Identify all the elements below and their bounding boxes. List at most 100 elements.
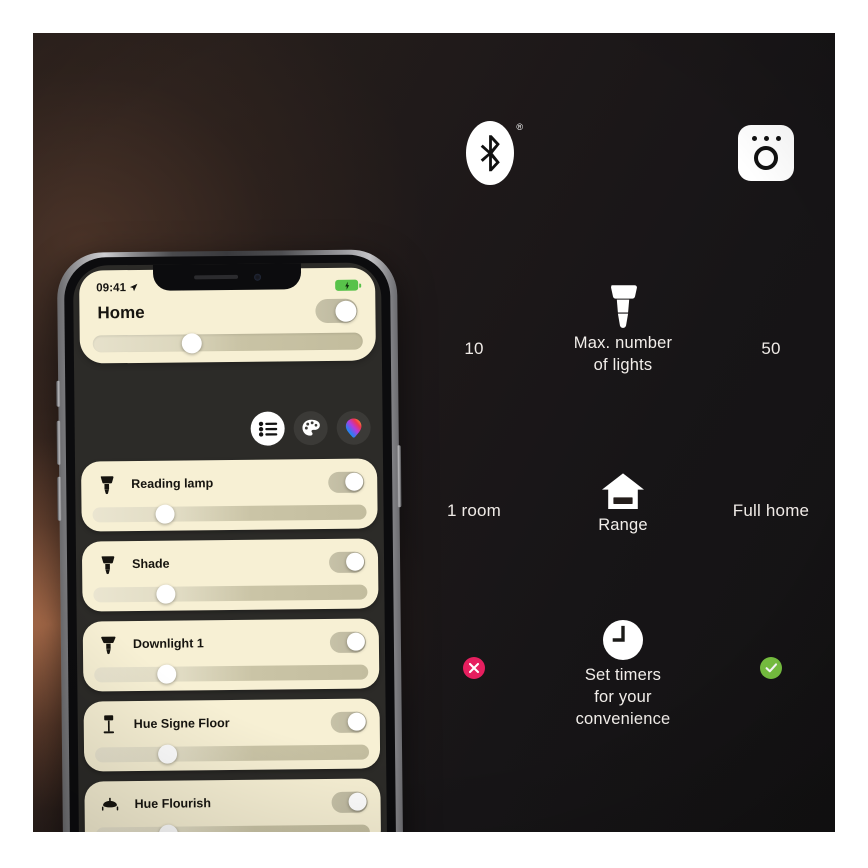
comparison-right-value-cell: 50	[707, 283, 835, 359]
light-brightness-slider[interactable]	[93, 584, 368, 604]
color-bulb-icon	[345, 417, 362, 438]
phone-notch	[152, 263, 302, 291]
color-button[interactable]	[336, 410, 371, 445]
list-item[interactable]: Hue Flourish	[84, 778, 382, 832]
slider-handle[interactable]	[156, 584, 176, 604]
palette-icon	[301, 419, 320, 436]
feature-label-line-1: Set timers	[584, 666, 662, 684]
phone-volume-down-button[interactable]	[57, 476, 62, 521]
light-toggle[interactable]	[330, 711, 367, 733]
light-name: Reading lamp	[131, 476, 214, 492]
earpiece-speaker	[193, 274, 238, 280]
registered-mark: ®	[516, 122, 523, 132]
slider-handle[interactable]	[158, 824, 179, 832]
scenes-button[interactable]	[293, 410, 328, 446]
comparison-section: ® 10 Max. number of lights 50 1 room Ran…	[403, 33, 835, 832]
bridge-dot	[763, 136, 769, 141]
phone-mockup: 09:41 Home Reading lamp Shade Downlight …	[56, 249, 404, 832]
status-bar-time-group: 09:41	[96, 281, 138, 294]
light-row-header: Hue Flourish	[84, 787, 380, 818]
ceiling-lamp-icon	[99, 793, 119, 815]
light-list: Reading lamp Shade Downlight 1 Hue Signe…	[81, 458, 382, 832]
slider-handle[interactable]	[181, 332, 202, 353]
comparison-left-value-cell	[409, 615, 539, 679]
light-toggle[interactable]	[328, 471, 365, 493]
light-row-header: Hue Signe Floor	[84, 707, 380, 738]
scene: 09:41 Home Reading lamp Shade Downlight …	[33, 33, 835, 832]
feature-label: Max. number of lights	[574, 333, 673, 377]
bridge-dot	[751, 136, 757, 141]
toggle-knob	[347, 792, 367, 811]
house-icon	[601, 465, 645, 511]
page-root: 09:41 Home Reading lamp Shade Downlight …	[0, 0, 868, 868]
comparison-feature-cell: Range	[539, 465, 707, 537]
feature-label: Set timers for your convenience	[576, 665, 671, 730]
light-brightness-slider[interactable]	[94, 744, 370, 764]
feature-label-line-1: Range	[598, 516, 648, 534]
light-brightness-slider[interactable]	[95, 824, 370, 832]
hue-bridge-icon	[738, 125, 794, 181]
toggle-knob	[345, 552, 364, 571]
comparison-left-value-cell: 10	[409, 283, 539, 359]
slider-handle[interactable]	[155, 504, 175, 524]
light-name: Hue Signe Floor	[133, 716, 230, 732]
bridge-button-ring	[754, 146, 778, 170]
toggle-knob	[347, 712, 366, 731]
home-header-row: Home	[79, 293, 375, 325]
bridge-max-lights-value: 50	[761, 339, 781, 358]
feature-label-line-2: of lights	[593, 355, 653, 374]
phone-volume-up-button[interactable]	[56, 420, 62, 465]
comparison-feature-cell: Max. number of lights	[539, 283, 707, 377]
list-item[interactable]: Reading lamp	[81, 458, 378, 532]
light-brightness-slider[interactable]	[92, 504, 367, 524]
location-arrow-icon	[129, 283, 138, 292]
bluetooth-header-slot: ®	[421, 121, 559, 185]
bluetooth-badge: ®	[466, 121, 523, 185]
light-name: Hue Flourish	[134, 796, 212, 812]
phone-mute-switch[interactable]	[56, 380, 61, 407]
light-toggle[interactable]	[329, 631, 367, 653]
comparison-header-icons: ®	[403, 121, 835, 185]
bridge-header-slot	[697, 121, 835, 185]
bluetooth-max-lights-value: 10	[464, 339, 484, 358]
bridge-dot	[775, 136, 781, 141]
list-view-button[interactable]	[250, 411, 285, 446]
close-icon	[468, 662, 480, 674]
light-name: Shade	[132, 556, 170, 572]
status-bar-time: 09:41	[96, 281, 127, 294]
phone-power-button[interactable]	[396, 445, 402, 508]
light-toggle[interactable]	[331, 791, 368, 813]
battery-charging-icon	[335, 279, 359, 291]
light-brightness-slider[interactable]	[94, 664, 369, 684]
slider-handle[interactable]	[157, 744, 178, 764]
phone-screen: 09:41 Home Reading lamp Shade Downlight …	[72, 262, 388, 832]
comparison-row-timers: Set timers for your convenience	[403, 615, 835, 730]
light-row-header: Shade	[82, 547, 378, 578]
feature-label-line-3: convenience	[575, 709, 671, 728]
list-item[interactable]: Downlight 1	[82, 618, 380, 692]
feature-label-line-2: for your	[594, 687, 652, 706]
feature-label-line-1: Max. number	[573, 334, 673, 352]
light-row-header: Reading lamp	[81, 467, 377, 498]
comparison-row-range: 1 room Range Full home	[403, 465, 835, 537]
bridge-indicator-dots	[751, 136, 781, 141]
light-toggle[interactable]	[328, 551, 366, 573]
light-bulb-icon	[606, 283, 640, 329]
home-brightness-slider[interactable]	[92, 332, 363, 353]
spot-bulb-icon	[96, 473, 116, 495]
comparison-row-max-lights: 10 Max. number of lights 50	[403, 283, 835, 377]
slider-handle[interactable]	[157, 664, 177, 684]
front-camera-icon	[253, 273, 261, 281]
phone-body: 09:41 Home Reading lamp Shade Downlight …	[63, 254, 397, 832]
list-item[interactable]: Hue Signe Floor	[83, 698, 381, 772]
bluetooth-icon	[466, 121, 514, 185]
home-master-toggle[interactable]	[315, 298, 358, 324]
light-name: Downlight 1	[132, 636, 204, 652]
list-item[interactable]: Shade	[81, 538, 379, 612]
floor-lamp-icon	[99, 713, 119, 735]
check-badge	[760, 657, 782, 679]
bridge-range-value: Full home	[732, 501, 810, 520]
home-title: Home	[97, 302, 145, 323]
downlight-icon	[98, 633, 118, 655]
comparison-header-spacer	[559, 121, 697, 185]
